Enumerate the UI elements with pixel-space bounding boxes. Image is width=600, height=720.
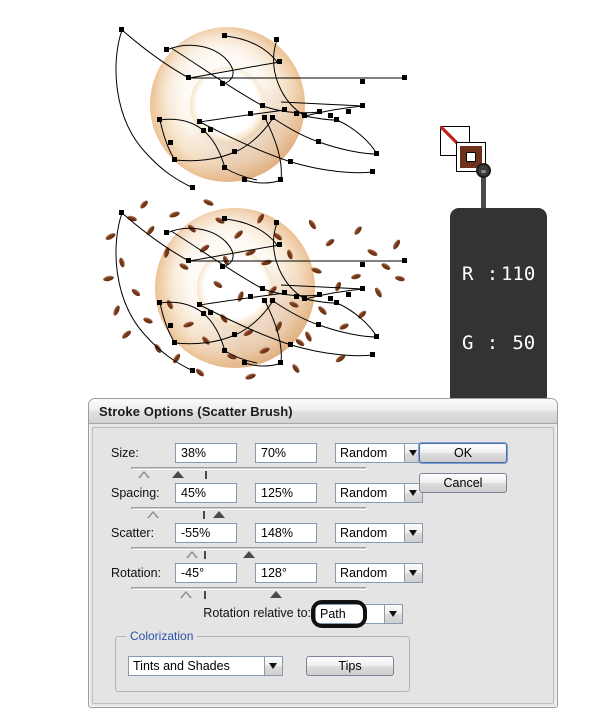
scatter-min-input[interactable]: -55%	[175, 523, 237, 543]
rgb-g-value: 50	[512, 332, 536, 354]
stroke-options-dialog: Stroke Options (Scatter Brush) Size: 38%…	[88, 398, 558, 708]
spacing-slider-min-handle[interactable]	[147, 511, 159, 518]
size-max-input[interactable]: 70%	[255, 443, 317, 463]
colorization-legend: Colorization	[126, 629, 198, 643]
scatter-slider-min-handle[interactable]	[186, 551, 198, 558]
dialog-title-bar: Stroke Options (Scatter Brush)	[89, 399, 557, 424]
rgb-row-g: G:50	[462, 332, 535, 355]
chevron-down-icon	[409, 489, 418, 497]
spacing-min-value: 45%	[181, 486, 207, 500]
scatter-min-value: -55%	[181, 526, 211, 540]
row-size: Size: 38% 70% Random	[111, 443, 423, 463]
size-slider-track	[131, 467, 367, 470]
rotation-relative-value: Path	[320, 607, 346, 621]
size-slider-center-tick	[205, 471, 207, 479]
row-spacing: Spacing: 45% 125% Random	[111, 483, 423, 503]
spacing-slider[interactable]	[131, 507, 367, 519]
scatter-slider-max-handle[interactable]	[243, 551, 255, 558]
rgb-g-label: G	[462, 332, 474, 354]
rgb-row-r: R:110	[462, 263, 535, 286]
row-scatter-label: Scatter:	[111, 526, 155, 540]
size-mode-select[interactable]: Random	[335, 443, 423, 463]
rotation-mode-value: Random	[340, 566, 388, 580]
rotation-relative-dropdown-button[interactable]	[384, 604, 403, 624]
size-max-value: 70%	[261, 446, 287, 460]
rotation-relative-select[interactable]: Path	[315, 604, 403, 624]
colorization-group: Colorization Tints and Shades Tips	[115, 629, 410, 692]
row-rotation-label: Rotation:	[111, 566, 162, 580]
row-spacing-label: Spacing:	[111, 486, 160, 500]
rotation-max-input[interactable]: 128°	[255, 563, 317, 583]
cancel-button-label: Cancel	[443, 476, 483, 490]
scatter-mode-value: Random	[340, 526, 388, 540]
scatter-max-value: 148%	[261, 526, 293, 540]
colorization-method-select[interactable]: Tints and Shades	[128, 656, 283, 676]
chevron-down-icon	[389, 610, 398, 618]
rgb-r-value: 110	[500, 263, 536, 285]
rotation-mode-dropdown-button[interactable]	[404, 563, 423, 583]
ok-button[interactable]: OK	[419, 443, 507, 463]
size-min-value: 38%	[181, 446, 207, 460]
path-overlay-bottom	[115, 210, 407, 373]
spacing-max-input[interactable]: 125%	[255, 483, 317, 503]
size-slider-max-handle[interactable]	[172, 471, 184, 478]
colorization-method-value: Tints and Shades	[133, 659, 230, 673]
rotation-relative-label: Rotation relative to:	[203, 606, 311, 620]
colorization-dropdown-button[interactable]	[264, 656, 283, 676]
spacing-slider-center-tick	[203, 511, 205, 519]
dialog-body: Size: 38% 70% Random Spacing: 45% 125% R…	[92, 427, 554, 704]
rotation-slider[interactable]	[131, 587, 367, 599]
spacing-min-input[interactable]: 45%	[175, 483, 237, 503]
cancel-button[interactable]: Cancel	[419, 473, 507, 493]
rgb-r-colon: :	[486, 263, 499, 285]
spacing-mode-value: Random	[340, 486, 388, 500]
screenshot-canvas: R:110 G:50 B:28 Stroke Options (Scatter …	[0, 0, 600, 720]
rotation-slider-track	[131, 587, 367, 590]
path-overlay-top	[115, 27, 407, 190]
spacing-slider-track	[131, 507, 367, 510]
chevron-down-icon	[409, 449, 418, 457]
rotation-slider-center-tick	[204, 591, 206, 599]
rotation-slider-max-handle[interactable]	[270, 591, 282, 598]
scatter-mode-select[interactable]: Random	[335, 523, 423, 543]
tips-button-label: Tips	[338, 659, 362, 673]
chevron-down-icon	[269, 662, 278, 670]
size-slider-min-handle[interactable]	[138, 471, 150, 478]
rgb-r-label: R	[462, 263, 474, 285]
rgb-g-colon: :	[486, 332, 499, 354]
scatter-slider-track	[131, 547, 367, 550]
spacing-mode-select[interactable]: Random	[335, 483, 423, 503]
scatter-max-input[interactable]: 148%	[255, 523, 317, 543]
row-rotation: Rotation: -45° 128° Random	[111, 563, 423, 583]
size-mode-value: Random	[340, 446, 388, 460]
ok-button-label: OK	[453, 446, 473, 460]
spacing-max-value: 125%	[261, 486, 293, 500]
eyedropper-knob[interactable]	[476, 163, 491, 178]
rotation-slider-min-handle[interactable]	[180, 591, 192, 598]
rotation-min-input[interactable]: -45°	[175, 563, 237, 583]
scatter-mode-dropdown-button[interactable]	[404, 523, 423, 543]
chevron-down-icon	[409, 569, 418, 577]
size-min-input[interactable]: 38%	[175, 443, 237, 463]
row-size-label: Size:	[111, 446, 139, 460]
row-scatter: Scatter: -55% 148% Random	[111, 523, 423, 543]
rotation-min-value: -45°	[181, 566, 205, 580]
scatter-slider[interactable]	[131, 547, 367, 559]
rotation-mode-select[interactable]: Random	[335, 563, 423, 583]
chevron-down-icon	[409, 529, 418, 537]
rotation-max-value: 128°	[261, 566, 287, 580]
spacing-slider-max-handle[interactable]	[213, 511, 225, 518]
scatter-slider-center-tick	[204, 551, 206, 559]
color-picker-widget: R:110 G:50 B:28	[438, 126, 548, 480]
tips-button[interactable]: Tips	[306, 656, 394, 676]
dialog-title: Stroke Options (Scatter Brush)	[99, 403, 293, 419]
size-slider[interactable]	[131, 467, 367, 479]
